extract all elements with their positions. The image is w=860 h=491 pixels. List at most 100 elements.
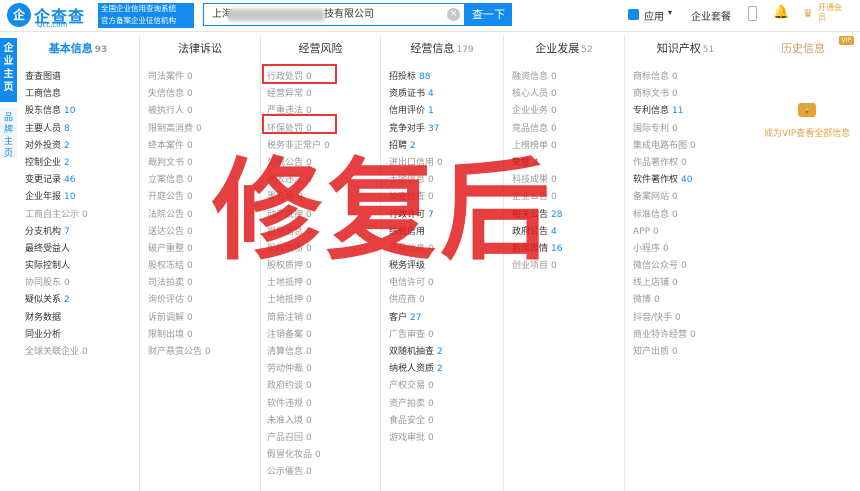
list-item[interactable]: 小程序 0 <box>633 241 696 258</box>
list-item[interactable]: 线上店铺 0 <box>633 275 696 292</box>
list-item[interactable]: 商标信息 0 <box>633 69 696 86</box>
enterprise-suite-link[interactable]: 企业套餐 <box>691 8 731 23</box>
list-item[interactable]: 送达公告 0 <box>148 224 211 241</box>
list-item[interactable]: 控制企业 2 <box>25 155 88 172</box>
list-item[interactable]: 诉前调解 0 <box>148 310 211 327</box>
list-item[interactable]: 劳动仲裁 0 <box>267 361 330 378</box>
list-item[interactable]: 工商自主公示 0 <box>25 207 88 224</box>
list-item[interactable]: 公示催告 0 <box>267 464 330 481</box>
list-item[interactable]: 财产悬赏公告 0 <box>148 344 211 361</box>
list-item[interactable]: 破产重整 0 <box>148 241 211 258</box>
column-title[interactable]: 企业发展 52 <box>504 35 624 63</box>
list-item[interactable]: 集成电路布图 0 <box>633 138 696 155</box>
become-vip-link[interactable]: 成为VIP查看全部信息 <box>764 126 850 139</box>
list-item[interactable]: 主要人员 8 <box>25 121 88 138</box>
list-item[interactable]: 备案网站 0 <box>633 189 696 206</box>
list-item[interactable]: 政府约谈 0 <box>267 378 330 395</box>
list-item[interactable]: 商标文书 0 <box>633 86 696 103</box>
crown-icon[interactable]: ♛ <box>803 7 813 20</box>
phone-icon[interactable] <box>748 6 757 21</box>
list-item[interactable]: 假冒化妆品 0 <box>267 447 330 464</box>
open-vip-link[interactable]: 开通会员 <box>818 3 848 23</box>
list-item[interactable]: 纳税人资质 2 <box>389 361 443 378</box>
list-item[interactable]: 双随机抽查 2 <box>389 344 443 361</box>
list-item[interactable]: 查查图谱 <box>25 69 88 86</box>
list-item[interactable]: 未准入境 0 <box>267 413 330 430</box>
list-item[interactable]: 商业特许经营 0 <box>633 327 696 344</box>
list-item[interactable]: 被执行人 0 <box>148 103 211 120</box>
list-item[interactable]: 供应商 0 <box>389 292 443 309</box>
list-item[interactable]: 软件违规 0 <box>267 396 330 413</box>
list-item[interactable]: 协同股东 0 <box>25 275 88 292</box>
list-item[interactable]: 变更记录 46 <box>25 172 88 189</box>
list-item[interactable]: 竞品信息 0 <box>512 121 562 138</box>
list-item[interactable]: 注销备案 0 <box>267 327 330 344</box>
list-item[interactable]: 同业分析 <box>25 327 88 344</box>
list-item[interactable]: 经营异常 0 <box>267 86 330 103</box>
list-item[interactable]: 司法拍卖 0 <box>148 275 211 292</box>
grid-icon[interactable] <box>628 9 639 20</box>
list-item[interactable]: 食品安全 0 <box>389 413 443 430</box>
list-item[interactable]: 最终受益人 <box>25 241 88 258</box>
list-item[interactable]: 立案信息 0 <box>148 172 211 189</box>
list-item[interactable]: 分支机构 7 <box>25 224 88 241</box>
tab-enterprise-home[interactable]: 企业主页 <box>0 38 17 102</box>
list-item[interactable]: 股权冻结 0 <box>148 258 211 275</box>
list-item[interactable]: 产权交易 0 <box>389 378 443 395</box>
list-item[interactable]: 招投标 88 <box>389 69 443 86</box>
list-item[interactable]: 电信许可 0 <box>389 275 443 292</box>
list-item[interactable]: 抖音/快手 0 <box>633 310 696 327</box>
list-item[interactable]: 股东信息 10 <box>25 103 88 120</box>
column-title[interactable]: 经营风险 <box>261 35 380 63</box>
list-item[interactable]: 企业业务 0 <box>512 103 562 120</box>
column-title[interactable]: 基本信息 93 <box>17 35 139 63</box>
list-item[interactable]: 裁判文书 0 <box>148 155 211 172</box>
chevron-down-icon[interactable]: ▾ <box>668 8 672 17</box>
tab-brand-home[interactable]: 品牌主页 <box>0 108 17 159</box>
list-item[interactable]: 国际专利 0 <box>633 121 696 138</box>
list-item[interactable]: 专利信息 11 <box>633 103 696 120</box>
list-item[interactable]: 微信公众号 0 <box>633 258 696 275</box>
list-item[interactable]: 企业年报 10 <box>25 189 88 206</box>
list-item[interactable]: 开庭公告 0 <box>148 189 211 206</box>
list-item[interactable]: 全球关联企业 0 <box>25 344 88 361</box>
list-item[interactable]: 清算信息 0 <box>267 344 330 361</box>
bell-icon[interactable]: 🔔 <box>773 5 789 20</box>
list-item[interactable]: APP 0 <box>633 224 696 241</box>
list-item[interactable]: 微博 0 <box>633 292 696 309</box>
list-item[interactable]: 信用评价 1 <box>389 103 443 120</box>
logo-icon[interactable]: 企 <box>7 3 31 27</box>
column-title-history[interactable]: 历史信息 VIP <box>746 35 860 63</box>
list-item[interactable]: 产品召回 0 <box>267 430 330 447</box>
list-item[interactable]: 土地抵押 0 <box>267 292 330 309</box>
list-item[interactable]: 土地抵押 0 <box>267 275 330 292</box>
list-item[interactable]: 限制出境 0 <box>148 327 211 344</box>
column-title[interactable]: 法律诉讼 <box>140 35 260 63</box>
list-item[interactable]: 知产出质 0 <box>633 344 696 361</box>
column-title[interactable]: 经营信息 179 <box>381 35 503 63</box>
list-item[interactable]: 工商信息 <box>25 86 88 103</box>
clear-icon[interactable]: × <box>447 8 460 21</box>
list-item[interactable]: 司法案件 0 <box>148 69 211 86</box>
list-item[interactable]: 资产拍卖 0 <box>389 396 443 413</box>
apps-menu[interactable]: 应用 <box>644 8 664 23</box>
list-item[interactable]: 核心人员 0 <box>512 86 562 103</box>
list-item[interactable]: 广告审查 0 <box>389 327 443 344</box>
list-item[interactable]: 软件著作权 40 <box>633 172 696 189</box>
list-item[interactable]: 对外投资 2 <box>25 138 88 155</box>
list-item[interactable]: 财务数据 <box>25 310 88 327</box>
list-item[interactable]: 客户 27 <box>389 310 443 327</box>
search-button[interactable]: 查一下 <box>465 3 512 26</box>
column-title[interactable]: 知识产权 51 <box>625 35 746 63</box>
list-item[interactable]: 标准信息 0 <box>633 207 696 224</box>
list-item[interactable]: 疑似关系 2 <box>25 292 88 309</box>
list-item[interactable]: 竞争对手 37 <box>389 121 443 138</box>
list-item[interactable]: 资质证书 4 <box>389 86 443 103</box>
list-item[interactable]: 作品著作权 0 <box>633 155 696 172</box>
list-item[interactable]: 游戏审批 0 <box>389 430 443 447</box>
list-item[interactable]: 询价评估 0 <box>148 292 211 309</box>
list-item[interactable]: 简易注销 0 <box>267 310 330 327</box>
list-item[interactable]: 终本案件 0 <box>148 138 211 155</box>
list-item[interactable]: 限制高消费 0 <box>148 121 211 138</box>
list-item[interactable]: 融资信息 0 <box>512 69 562 86</box>
